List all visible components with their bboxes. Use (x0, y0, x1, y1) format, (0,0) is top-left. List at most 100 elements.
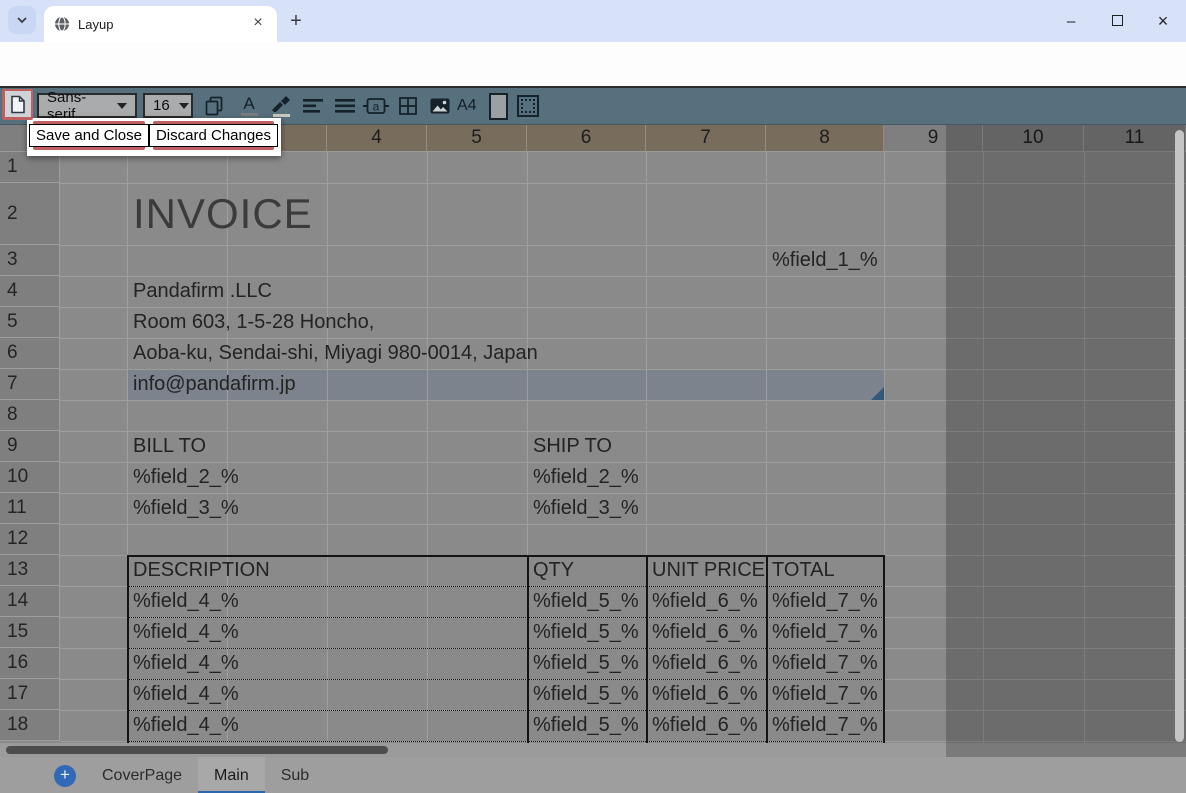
minimize-button[interactable]: – (1048, 13, 1094, 30)
cell-text[interactable]: Aoba-ku, Sendai-shi, Miyagi 980-0014, Ja… (133, 338, 538, 369)
row-header[interactable]: 8 (0, 400, 60, 431)
vertical-scrollbar-thumb[interactable] (1175, 130, 1184, 742)
column-header[interactable]: 4 (327, 125, 427, 152)
cell-text[interactable]: SHIP TO (533, 431, 612, 462)
cell-text[interactable]: %field_5_% (533, 648, 639, 679)
row-header[interactable]: 9 (0, 431, 60, 462)
tab-close-icon[interactable]: × (249, 15, 267, 33)
cell-text[interactable]: Pandafirm .LLC (133, 276, 272, 307)
page-margins-icon[interactable] (517, 95, 539, 117)
cell-text[interactable]: %field_7_% (772, 648, 878, 679)
grid-borders-icon[interactable] (395, 93, 421, 119)
row-header[interactable]: 15 (0, 617, 60, 648)
out-of-page-overlay (946, 125, 1186, 757)
globe-favicon (54, 16, 70, 32)
text-color-icon[interactable]: A (236, 93, 262, 119)
row-header[interactable]: 6 (0, 338, 60, 369)
cell-text[interactable]: %field_5_% (533, 586, 639, 617)
cell-text[interactable]: %field_2_% (533, 462, 639, 493)
sheet-tab-main[interactable]: Main (198, 757, 265, 793)
table-border (883, 555, 885, 743)
row-header[interactable]: 7 (0, 369, 60, 400)
cell-text[interactable]: %field_1_% (772, 245, 878, 276)
row-header[interactable]: 11 (0, 493, 60, 524)
browser-tab[interactable]: Layup × (44, 6, 277, 42)
tab-search-button[interactable] (8, 6, 36, 34)
cell-text[interactable]: %field_7_% (772, 586, 878, 617)
row-header[interactable]: 16 (0, 648, 60, 679)
chevron-down-icon (179, 103, 189, 109)
chevron-down-icon (117, 103, 127, 109)
new-tab-button[interactable]: + (283, 9, 309, 35)
row-header[interactable]: 2 (0, 183, 60, 245)
horizontal-scrollbar-thumb[interactable] (6, 746, 388, 754)
cell-text[interactable]: %field_6_% (652, 710, 758, 741)
maximize-button[interactable] (1094, 13, 1140, 30)
cell-text[interactable]: info@pandafirm.jp (133, 369, 296, 400)
horizontal-lines-icon[interactable] (332, 93, 358, 119)
row-header[interactable]: 10 (0, 462, 60, 493)
paint-format-icon[interactable] (268, 93, 294, 119)
text-box-icon[interactable]: a (363, 93, 389, 119)
align-icon[interactable] (300, 93, 326, 119)
cell-text[interactable]: UNIT PRICE (652, 555, 765, 586)
cell-text[interactable]: %field_6_% (652, 679, 758, 710)
cell-text[interactable]: INVOICE (133, 183, 313, 245)
cell-text[interactable]: QTY (533, 555, 574, 586)
copy-icon[interactable] (201, 93, 227, 119)
cell-text[interactable]: %field_6_% (652, 617, 758, 648)
sheet-tab-sub[interactable]: Sub (265, 757, 325, 793)
cell-text[interactable]: %field_5_% (533, 710, 639, 741)
table-border (527, 555, 529, 743)
cell-text[interactable]: BILL TO (133, 431, 206, 462)
cell-text[interactable]: %field_6_% (652, 648, 758, 679)
row-header[interactable]: 18 (0, 710, 60, 741)
column-header[interactable]: 5 (427, 125, 527, 152)
cell-text[interactable]: %field_5_% (533, 679, 639, 710)
column-header[interactable]: 7 (646, 125, 766, 152)
font-family-select[interactable]: Sans-serif (37, 93, 137, 118)
cell-text[interactable]: DESCRIPTION (133, 555, 270, 586)
cell-text[interactable]: %field_4_% (133, 679, 239, 710)
cell-text[interactable]: %field_4_% (133, 710, 239, 741)
cell-text[interactable]: %field_4_% (133, 648, 239, 679)
cell-text[interactable]: %field_2_% (133, 462, 239, 493)
cell-text[interactable]: TOTAL (772, 555, 835, 586)
cell-text[interactable]: %field_7_% (772, 710, 878, 741)
cell-text[interactable]: %field_4_% (133, 586, 239, 617)
row-header[interactable]: 3 (0, 245, 60, 276)
cell-text[interactable]: %field_3_% (133, 493, 239, 524)
sheet-tab-coverpage[interactable]: CoverPage (86, 757, 198, 793)
window-close-button[interactable]: × (1140, 11, 1186, 32)
column-header[interactable]: 8 (766, 125, 884, 152)
file-menu-button[interactable] (5, 91, 31, 117)
table-dotted-border (127, 586, 884, 587)
cell-text[interactable]: %field_5_% (533, 617, 639, 648)
save-and-close-button[interactable]: Save and Close (29, 124, 149, 147)
row-header[interactable]: 17 (0, 679, 60, 710)
cell-text[interactable]: %field_7_% (772, 679, 878, 710)
browser-toolbar: layup.pandafirm.jp G ☆ S ⋮ (0, 42, 1186, 86)
discard-changes-button[interactable]: Discard Changes (149, 124, 278, 147)
row-header[interactable]: 13 (0, 555, 60, 586)
insert-image-icon[interactable] (427, 93, 453, 119)
table-dotted-border (127, 710, 884, 711)
font-size-select[interactable]: 16 (143, 93, 193, 118)
column-header[interactable]: 6 (527, 125, 646, 152)
selection-fill-handle[interactable] (871, 387, 884, 400)
file-icon (10, 95, 26, 114)
cell-text[interactable]: %field_4_% (133, 617, 239, 648)
page-size-label[interactable]: A4 (457, 97, 477, 115)
cell-text[interactable]: %field_7_% (772, 617, 878, 648)
gridline (427, 152, 428, 743)
row-header[interactable]: 14 (0, 586, 60, 617)
page-orientation-icon[interactable] (489, 93, 508, 120)
cell-text[interactable]: Room 603, 1-5-28 Honcho, (133, 307, 374, 338)
row-header[interactable]: 5 (0, 307, 60, 338)
row-header[interactable]: 1 (0, 152, 60, 183)
row-header[interactable]: 4 (0, 276, 60, 307)
cell-text[interactable]: %field_6_% (652, 586, 758, 617)
row-header[interactable]: 12 (0, 524, 60, 555)
add-sheet-button[interactable]: + (54, 765, 76, 787)
cell-text[interactable]: %field_3_% (533, 493, 639, 524)
